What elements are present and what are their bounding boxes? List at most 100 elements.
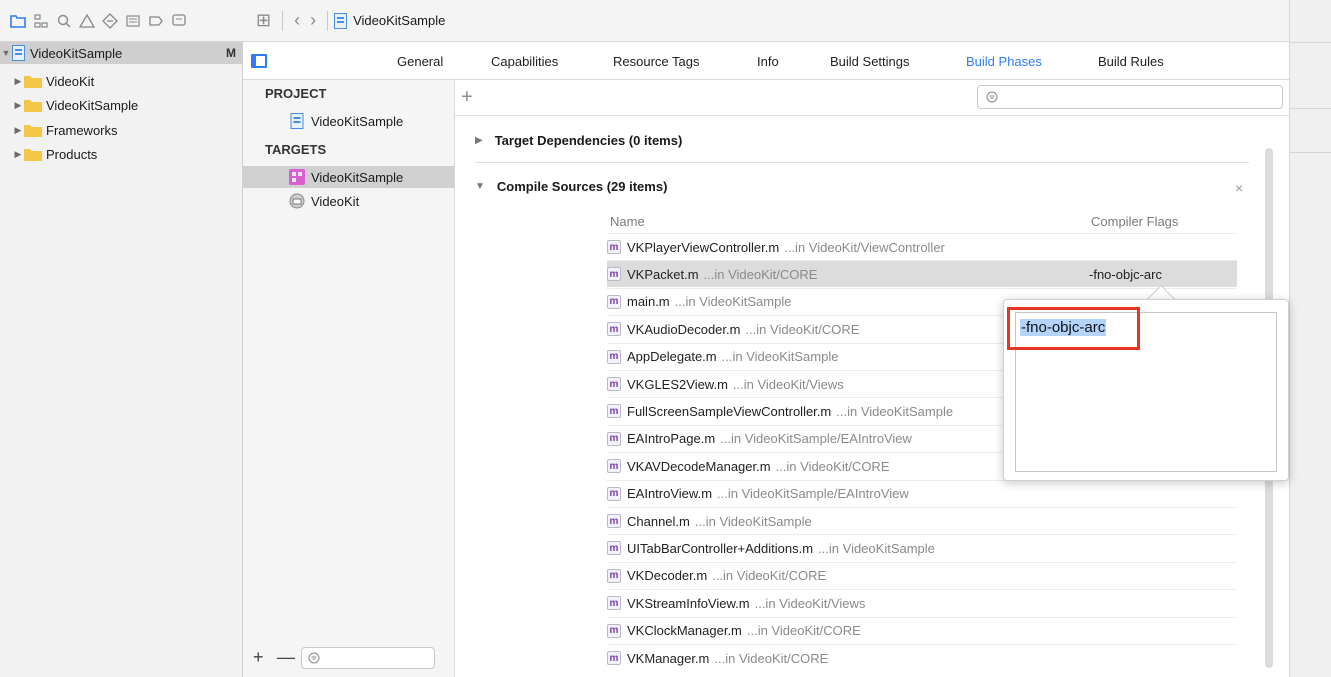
- tab-build-phases[interactable]: Build Phases: [966, 54, 1042, 69]
- delete-phase-button[interactable]: ×: [1235, 180, 1243, 196]
- remove-target-button[interactable]: —: [277, 647, 295, 668]
- navigator-item-products[interactable]: ▶ Products: [0, 143, 242, 165]
- target-dependencies-phase[interactable]: ▶ Target Dependencies (0 items): [475, 133, 682, 148]
- file-path: ...in VideoKitSample: [836, 403, 954, 419]
- file-name: EAIntroPage.m: [627, 431, 716, 447]
- jump-bar: ⊞ ‹ › VideoKitSample: [243, 0, 1289, 42]
- disclosure-open-icon[interactable]: ▼: [475, 181, 485, 192]
- disclosure-open-icon[interactable]: ▼: [0, 48, 12, 58]
- forward-chevron-icon[interactable]: ›: [310, 10, 316, 31]
- highlight-annotation: [1007, 307, 1140, 350]
- objc-file-icon: m: [607, 596, 621, 611]
- project-row[interactable]: VideoKitSample: [243, 110, 454, 132]
- folder-icon: [24, 75, 42, 88]
- navigator-item-videokitsample[interactable]: ▶ VideoKitSample: [0, 94, 242, 116]
- file-row[interactable]: m VKClockManager.m ...in VideoKit/CORE: [607, 616, 1237, 644]
- file-row[interactable]: m VKManager.m ...in VideoKit/CORE: [607, 644, 1237, 671]
- related-items-icon[interactable]: ⊞: [256, 10, 271, 31]
- objc-file-icon: m: [607, 459, 621, 474]
- navigator-toolbar: [0, 0, 243, 42]
- navigator-item-label: VideoKitSample: [46, 97, 139, 113]
- target-row-videokit[interactable]: VideoKit: [243, 190, 454, 212]
- target-row-videokitsample[interactable]: VideoKitSample: [243, 166, 454, 188]
- disclosure-closed-icon[interactable]: ▶: [12, 100, 24, 111]
- file-name: FullScreenSampleViewController.m: [627, 403, 832, 419]
- file-name: VKGLES2View.m: [627, 376, 728, 392]
- objc-file-icon: m: [607, 349, 621, 364]
- sidebar-toggle-icon[interactable]: [251, 54, 267, 68]
- breakpoint-icon[interactable]: [147, 12, 165, 30]
- objc-file-icon: m: [607, 377, 621, 391]
- file-row[interactable]: m VKDecoder.m ...in VideoKit/CORE: [607, 561, 1237, 589]
- file-path: ...in VideoKitSample: [818, 540, 935, 556]
- file-path: ...in VideoKit/CORE: [712, 568, 827, 584]
- file-path: ...in VideoKit/CORE: [703, 266, 818, 282]
- file-path: ...in VideoKitSample: [721, 349, 839, 365]
- navigator-item-videokit[interactable]: ▶ VideoKit: [0, 70, 242, 92]
- divider: [1290, 42, 1331, 43]
- file-path: ...in VideoKitSample/EAIntroView: [720, 431, 912, 447]
- file-name: VKStreamInfoView.m: [627, 595, 750, 611]
- file-name: main.m: [627, 294, 670, 310]
- objc-file-icon: m: [607, 568, 621, 583]
- utilities-pane: [1289, 0, 1331, 677]
- disclosure-closed-icon[interactable]: ▶: [475, 135, 483, 146]
- project-heading: PROJECT: [265, 86, 327, 101]
- tab-capabilities[interactable]: Capabilities: [491, 54, 558, 69]
- file-row[interactable]: m VKPacket.m ...in VideoKit/CORE -fno-objc-…: [607, 260, 1237, 288]
- file-path: ...in VideoKit/Views: [732, 376, 844, 392]
- tab-general[interactable]: General: [397, 54, 443, 69]
- debug-icon[interactable]: [124, 12, 142, 30]
- navigator-item-label: Frameworks: [46, 122, 118, 138]
- file-row[interactable]: m EAIntroView.m ...in VideoKitSample/EAInt…: [607, 479, 1237, 507]
- tab-build-settings[interactable]: Build Settings: [830, 54, 910, 69]
- folder-icon[interactable]: [9, 12, 27, 30]
- tab-info[interactable]: Info: [757, 54, 779, 69]
- navigator-project-row[interactable]: ▼ VideoKitSample M: [0, 42, 242, 64]
- compile-sources-phase[interactable]: ▼ Compile Sources (29 items): [475, 179, 667, 194]
- disclosure-closed-icon[interactable]: ▶: [12, 125, 24, 136]
- objc-file-icon: m: [607, 651, 621, 665]
- navigator-item-label: Products: [46, 146, 98, 162]
- objc-file-icon: m: [607, 240, 621, 254]
- search-icon[interactable]: [55, 12, 73, 30]
- file-path: ...in VideoKit/CORE: [745, 321, 860, 337]
- folder-icon: [24, 124, 42, 137]
- folder-icon: [24, 99, 42, 112]
- modified-badge: M: [226, 46, 236, 60]
- file-path: ...in VideoKitSample: [694, 513, 812, 529]
- file-name: EAIntroView.m: [627, 486, 713, 502]
- file-row[interactable]: m UITabBarController+Additions.m ...in Vid…: [607, 534, 1237, 561]
- warning-icon[interactable]: [78, 12, 96, 30]
- add-target-button[interactable]: +: [253, 647, 269, 668]
- name-column-header[interactable]: Name: [610, 214, 645, 229]
- back-chevron-icon[interactable]: ‹: [294, 10, 300, 31]
- file-row[interactable]: m Channel.m ...in VideoKitSample: [607, 507, 1237, 534]
- phase-filter-input[interactable]: [977, 85, 1283, 109]
- target-filter-input[interactable]: [301, 646, 435, 669]
- file-name: AppDelegate.m: [627, 349, 717, 365]
- tab-build-rules[interactable]: Build Rules: [1098, 54, 1164, 69]
- tab-resource-tags[interactable]: Resource Tags: [613, 54, 699, 69]
- compiler-flags-column-header[interactable]: Compiler Flags: [1091, 214, 1178, 229]
- objc-file-icon: m: [607, 267, 621, 282]
- file-path: ...in VideoKitSample: [674, 294, 792, 310]
- file-row[interactable]: m VKPlayerViewController.m ...in VideoKit/…: [607, 233, 1237, 260]
- disclosure-closed-icon[interactable]: ▶: [12, 149, 24, 160]
- navigator-item-frameworks[interactable]: ▶ Frameworks: [0, 119, 242, 141]
- disclosure-closed-icon[interactable]: ▶: [12, 76, 24, 87]
- test-icon[interactable]: [101, 12, 119, 30]
- add-build-phase-button[interactable]: +: [461, 86, 473, 109]
- jump-bar-title[interactable]: VideoKitSample: [353, 13, 445, 28]
- file-compiler-flags[interactable]: -fno-objc-arc: [1089, 267, 1162, 282]
- log-icon[interactable]: [170, 12, 188, 30]
- file-name: VKDecoder.m: [627, 568, 708, 584]
- targets-heading: TARGETS: [265, 142, 327, 157]
- divider: [1290, 152, 1331, 153]
- file-row[interactable]: m VKStreamInfoView.m ...in VideoKit/Views: [607, 589, 1237, 616]
- file-name: VKManager.m: [627, 650, 710, 666]
- project-navigator: ▼ VideoKitSample M ▶ VideoKit ▶ VideoKit…: [0, 42, 243, 677]
- hierarchy-icon[interactable]: [32, 12, 50, 30]
- filter-icon: [986, 91, 998, 103]
- library-target-icon: [289, 193, 305, 209]
